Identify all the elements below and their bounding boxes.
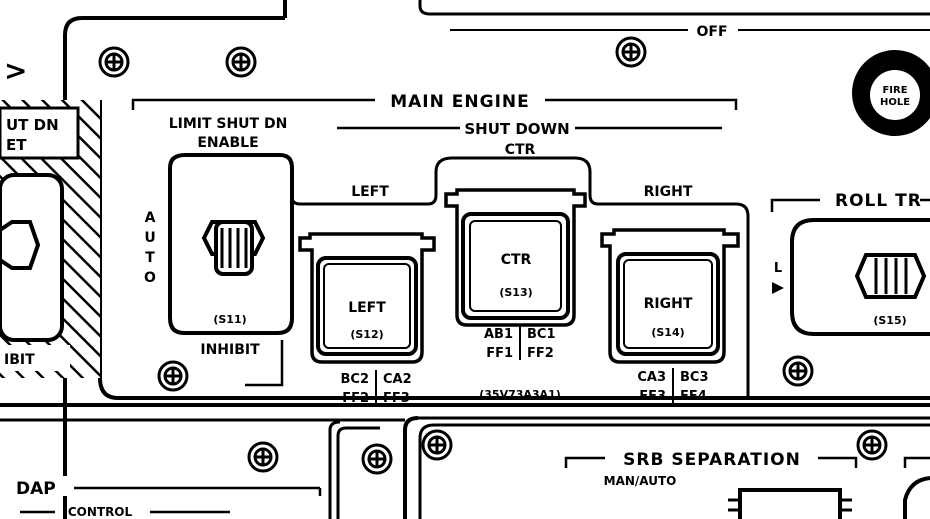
inhibit-label: INHIBIT [200, 342, 260, 358]
fire-hole-label-2: HOLE [880, 97, 910, 108]
left-bus-a1: BC2 [341, 372, 370, 387]
partial-label-set: ET [6, 136, 27, 154]
dap-label: DAP [16, 479, 56, 499]
ctr-top-label: CTR [505, 142, 536, 158]
s11-tag: (S11) [213, 313, 246, 326]
roll-arrow-icon [772, 282, 784, 294]
right-switch-label: RIGHT [644, 296, 693, 312]
right-switch-tag: (S14) [651, 326, 684, 339]
screw-icon [225, 46, 257, 78]
roll-trim-switch[interactable] [790, 218, 930, 336]
right-bus-labels: CA3 BC3 FF3 FF4 [637, 368, 709, 404]
screw-icon [361, 443, 393, 475]
shut-down-label: SHUT DOWN [464, 120, 569, 138]
left-bus-b2: FF3 [383, 391, 410, 406]
right-bus-a2: FF3 [639, 389, 666, 404]
main-engine-shutdown-panel: UT DN ET IBIT > OFF FIRE HOLE MAIN ENGIN… [0, 0, 930, 519]
screw-icon [782, 355, 814, 387]
left-bus-b1: CA2 [383, 372, 412, 387]
s15-tag: (S15) [873, 314, 906, 327]
left-bus-a2: FF2 [342, 391, 369, 406]
ctr-switch-label: CTR [501, 252, 532, 268]
screw-icon [98, 46, 130, 78]
fire-hole-label-1: FIRE [882, 85, 907, 96]
left-switch-tag: (S12) [350, 328, 383, 341]
left-bus-labels: BC2 CA2 FF2 FF3 [341, 370, 412, 406]
screw-icon [247, 441, 279, 473]
right-bus-b1: BC3 [680, 370, 709, 385]
auto-letter-a: A [145, 210, 156, 226]
auto-letter-o: O [144, 270, 156, 286]
limit-shutdown-toggle-switch[interactable] [168, 153, 294, 335]
right-bus-b2: FF4 [680, 389, 707, 404]
ctr-bus-labels: AB1 BC1 FF1 FF2 [484, 325, 556, 361]
right-bus-a1: CA3 [637, 370, 666, 385]
ctr-bus-b2: FF2 [527, 346, 554, 361]
control-label: CONTROL [68, 505, 133, 519]
right-top-label: RIGHT [644, 184, 693, 200]
screw-icon [421, 429, 453, 461]
ctr-bus-b1: BC1 [527, 327, 556, 342]
enable-label: ENABLE [197, 135, 258, 151]
roll-l-label: L [774, 261, 782, 276]
off-label: OFF [696, 24, 727, 40]
left-top-label: LEFT [351, 184, 389, 200]
connector-label: (35V73A3A1) [479, 388, 561, 401]
left-switch-label: LEFT [348, 300, 386, 316]
srb-separation-switch[interactable] [728, 488, 852, 519]
screw-icon [856, 429, 888, 461]
screw-icon [157, 360, 189, 392]
partial-label-inhibit: IBIT [4, 352, 35, 368]
ctr-switch-tag: (S13) [499, 286, 532, 299]
fire-hole: FIRE HOLE [852, 50, 930, 136]
ctr-bus-a1: AB1 [484, 327, 513, 342]
screw-icon [615, 36, 647, 68]
left-shutdown-switch[interactable] [298, 232, 436, 364]
auto-letter-u: U [144, 230, 155, 246]
ctr-bus-a2: FF1 [486, 346, 513, 361]
partial-label-shut-dn: UT DN [6, 116, 59, 134]
limit-shut-dn-label: LIMIT SHUT DN [169, 116, 288, 132]
arrow-marker: > [4, 54, 27, 87]
auto-letter-t: T [145, 250, 155, 266]
man-auto-label: MAN/AUTO [604, 474, 677, 488]
roll-trim-label: ROLL TR [835, 191, 922, 211]
srb-separation-label: SRB SEPARATION [623, 450, 801, 470]
main-engine-label: MAIN ENGINE [390, 92, 530, 112]
